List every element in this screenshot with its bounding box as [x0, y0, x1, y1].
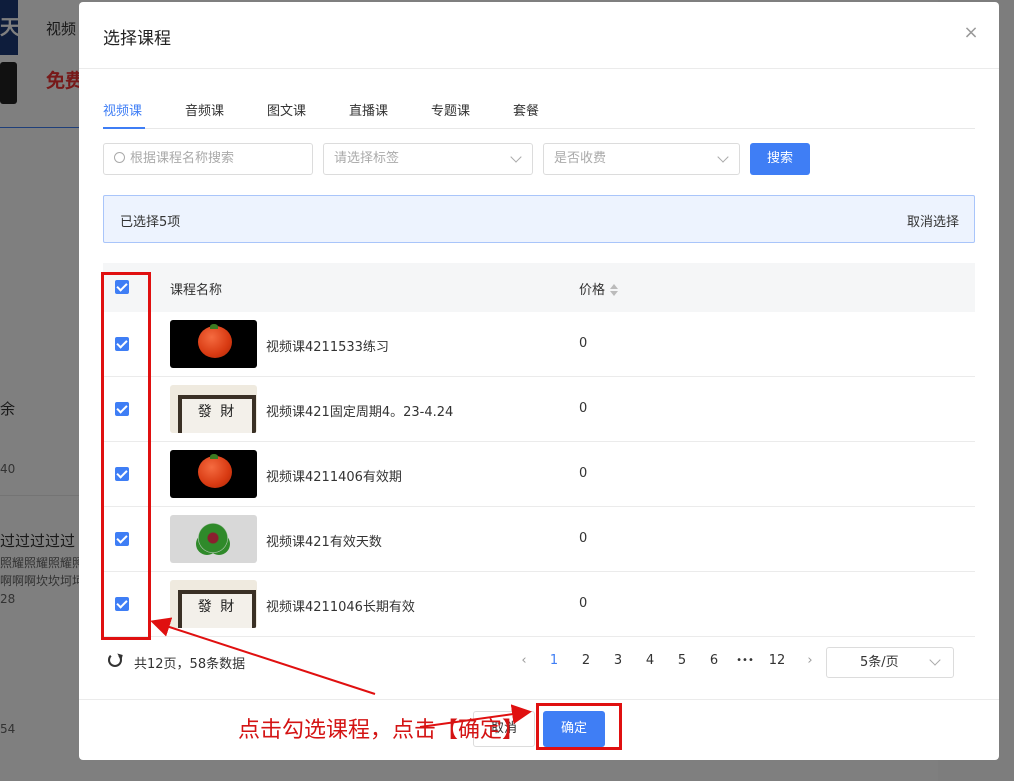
annotation-instruction-text: 点击勾选课程，点击【确定】 — [238, 718, 525, 743]
table-row[interactable]: 视频课4211046长期有效 0 — [103, 572, 975, 637]
table-row[interactable]: 视频课4211533练习 0 — [103, 312, 975, 377]
course-cover-image — [170, 450, 257, 498]
course-price: 0 — [579, 596, 588, 611]
page-1[interactable]: 1 — [544, 653, 564, 668]
tab-package[interactable]: 套餐 — [513, 100, 539, 119]
table-row[interactable]: 视频课421固定周期4。23-4.24 0 — [103, 377, 975, 442]
selected-count: 已选择5项 — [120, 215, 181, 230]
page-2[interactable]: 2 — [576, 653, 596, 668]
course-name: 视频课421固定周期4。23-4.24 — [266, 405, 454, 420]
chevron-down-icon — [510, 151, 522, 163]
refresh-icon[interactable] — [108, 653, 122, 667]
page-ellipsis[interactable]: ••• — [735, 655, 755, 666]
column-header-price[interactable]: 价格 — [579, 279, 619, 298]
dialog-header: 选择课程 × — [79, 2, 999, 69]
tag-select[interactable]: 请选择标签 — [323, 143, 533, 175]
course-name: 视频课4211406有效期 — [266, 470, 402, 485]
course-cover-image — [170, 515, 257, 563]
table-header: 课程名称 价格 — [103, 263, 975, 312]
next-page-button[interactable]: › — [803, 653, 817, 668]
annotation-checkbox-highlight — [101, 272, 151, 640]
table-row[interactable]: 视频课4211406有效期 0 — [103, 442, 975, 507]
search-placeholder: 根据课程名称搜索 — [130, 151, 235, 166]
prev-page-button[interactable]: ‹ — [517, 653, 531, 668]
fee-select-placeholder: 是否收费 — [554, 151, 607, 166]
tab-video[interactable]: 视频课 — [103, 100, 142, 119]
page-12[interactable]: 12 — [767, 653, 787, 668]
tab-live[interactable]: 直播课 — [349, 100, 388, 119]
dialog-title: 选择课程 — [103, 29, 171, 49]
page-size-value: 5条/页 — [860, 655, 899, 670]
tag-select-placeholder: 请选择标签 — [334, 151, 400, 166]
active-tab-indicator — [103, 127, 145, 129]
column-header-price-label: 价格 — [579, 283, 606, 298]
cancel-selection-link[interactable]: 取消选择 — [907, 211, 959, 230]
course-price: 0 — [579, 531, 588, 546]
page-6[interactable]: 6 — [704, 653, 724, 668]
course-name: 视频课4211046长期有效 — [266, 600, 415, 615]
chevron-down-icon — [929, 654, 941, 666]
course-price: 0 — [579, 336, 588, 351]
course-price: 0 — [579, 466, 588, 481]
sort-icon[interactable] — [610, 284, 619, 296]
page-4[interactable]: 4 — [640, 653, 660, 668]
course-name: 视频课4211533练习 — [266, 340, 389, 355]
close-icon[interactable]: × — [961, 23, 981, 43]
tab-topic[interactable]: 专题课 — [431, 100, 470, 119]
table-row[interactable]: 视频课421有效天数 0 — [103, 507, 975, 572]
column-header-name: 课程名称 — [170, 283, 223, 298]
pagination-summary: 共12页，58条数据 — [134, 657, 246, 672]
course-cover-image — [170, 385, 257, 433]
selection-info-bar: 已选择5项 取消选择 — [103, 195, 975, 243]
course-type-tabs: 视频课 音频课 图文课 直播课 专题课 套餐 — [103, 97, 975, 129]
course-cover-image — [170, 320, 257, 368]
tab-article[interactable]: 图文课 — [267, 100, 306, 119]
search-icon — [114, 152, 125, 163]
search-input[interactable]: 根据课程名称搜索 — [103, 143, 313, 175]
footer-divider — [79, 699, 999, 700]
select-course-dialog: 选择课程 × 视频课 音频课 图文课 直播课 专题课 套餐 根据课程名称搜索 请… — [79, 2, 999, 760]
fee-select[interactable]: 是否收费 — [543, 143, 740, 175]
page-5[interactable]: 5 — [672, 653, 692, 668]
page-3[interactable]: 3 — [608, 653, 628, 668]
page-size-select[interactable]: 5条/页 — [826, 647, 954, 678]
annotation-confirm-highlight — [536, 703, 622, 750]
course-name: 视频课421有效天数 — [266, 535, 382, 550]
chevron-down-icon — [717, 151, 729, 163]
course-cover-image — [170, 580, 257, 628]
search-button[interactable]: 搜索 — [750, 143, 810, 175]
pagination: 共12页，58条数据 ‹ 1 2 3 4 5 6 ••• 12 › 5条/页 — [103, 647, 975, 678]
tab-audio[interactable]: 音频课 — [185, 100, 224, 119]
course-price: 0 — [579, 401, 588, 416]
